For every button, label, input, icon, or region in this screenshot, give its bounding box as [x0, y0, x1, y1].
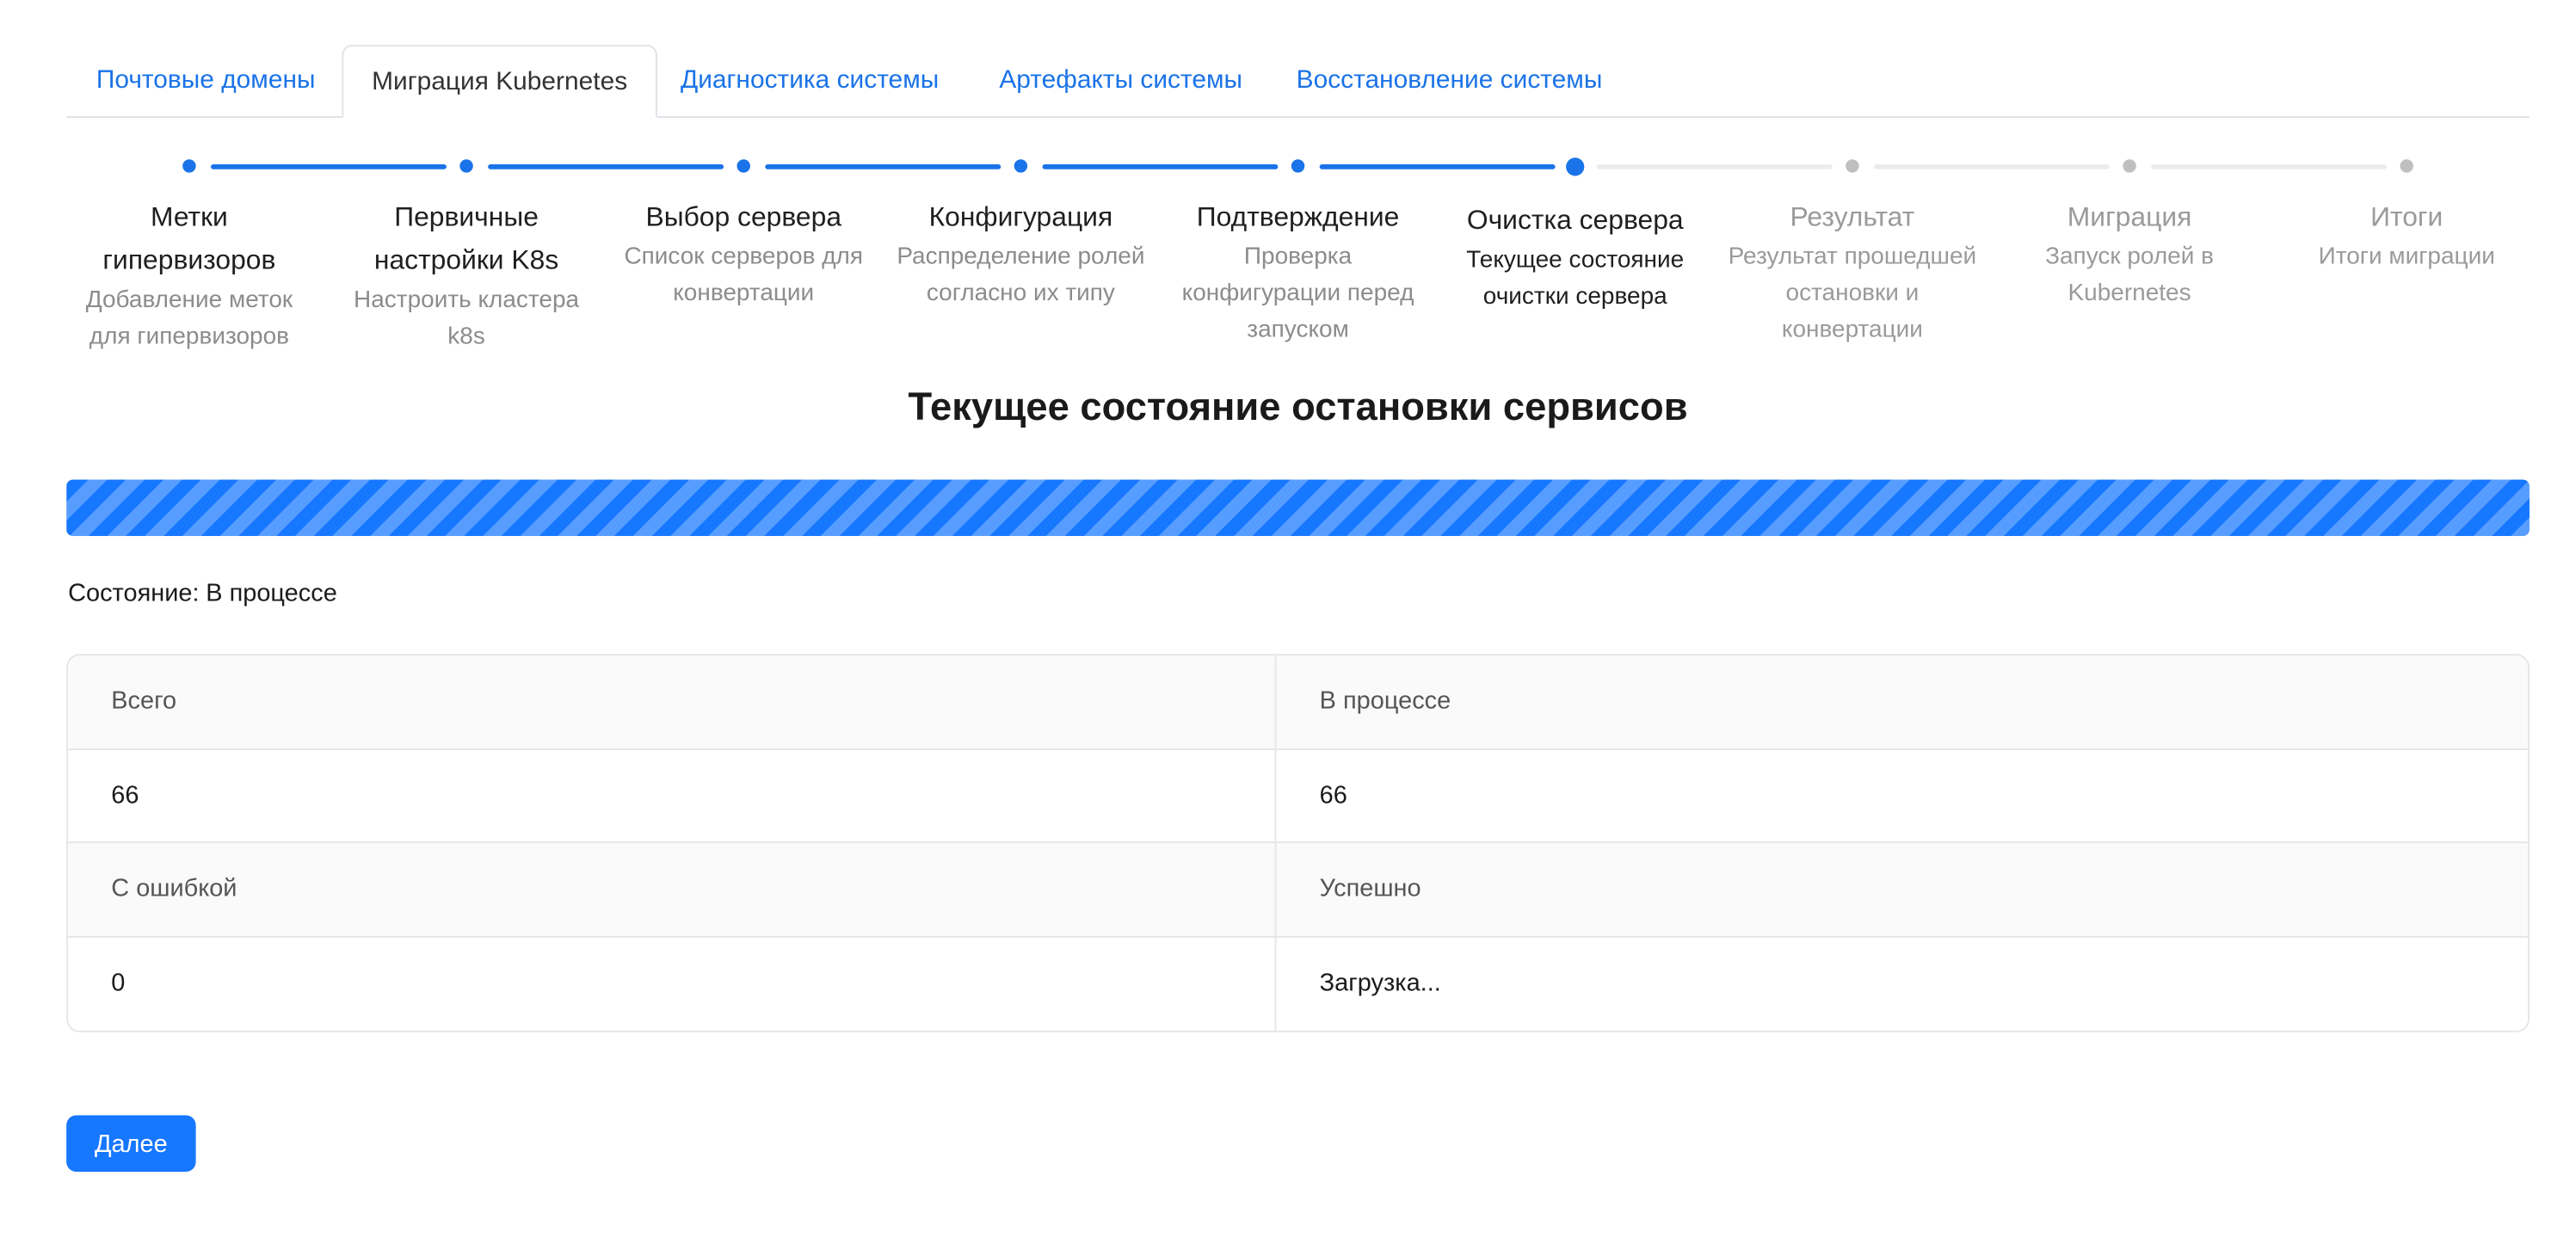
step-description: Итоги миграции [2318, 243, 2495, 271]
step-result: Результат Результат прошедшей остановки … [1726, 196, 1978, 348]
status-value: В процессе [206, 579, 337, 608]
step-k8s-settings[interactable]: Первичные настройки K8s Настроить класте… [340, 196, 592, 355]
progress-fill [66, 480, 2530, 537]
page: Почтовые домены Миграция Kubernetes Диаг… [0, 0, 2576, 1244]
section-heading: Текущее состояние остановки сервисов [908, 385, 1688, 428]
step-connector [210, 163, 447, 169]
step-dot-1 [182, 159, 196, 173]
step-connector [1042, 163, 1279, 169]
in-progress-label: В процессе [1319, 687, 1451, 716]
step-connector [2151, 163, 2388, 169]
tab-system-artifacts[interactable]: Артефакты системы [999, 45, 1242, 118]
step-server-cleanup: Очистка сервера Текущее состояние очистк… [1449, 196, 1701, 316]
success-value: Загрузка... [1319, 968, 1441, 997]
step-title: Метки гипервизоров [102, 202, 276, 276]
step-connector [765, 163, 1001, 169]
step-connector [1596, 163, 1833, 169]
step-title: Результат [1790, 202, 1915, 233]
status-line: Состояние: В процессе [68, 579, 343, 607]
table-row: С ошибкой Успешно [68, 842, 2529, 937]
step-title: Первичные настройки K8s [373, 202, 559, 276]
step-title: Итоги [2370, 202, 2444, 233]
error-label: С ошибкой [68, 842, 1277, 936]
tab-bar: Почтовые домены Миграция Kubernetes Диаг… [66, 45, 2530, 118]
in-progress-value: 66 [1319, 780, 1347, 810]
step-server-selection[interactable]: Выбор сервера Список серверов для конвер… [618, 196, 870, 312]
step-migration: Миграция Запуск ролей в Kubernetes [2003, 196, 2255, 312]
step-title: Миграция [2067, 202, 2192, 233]
table-row: Всего В процессе [68, 656, 2529, 749]
step-description: Проверка конфигурации перед запуском [1181, 243, 1414, 344]
success-label: Успешно [1319, 874, 1421, 903]
step-description: Распределение ролей согласно их типу [897, 243, 1145, 307]
tab-kubernetes-migration[interactable]: Миграция Kubernetes [342, 45, 657, 118]
step-description: Добавление меток для гипервизоров [85, 286, 293, 351]
error-value: 0 [68, 936, 1277, 1031]
table-row: 0 Загрузка... [68, 936, 2528, 1031]
table-row: 66 66 [68, 748, 2529, 843]
step-connector [1873, 163, 2110, 169]
step-description: Список серверов для конвертации [624, 243, 864, 307]
step-dot-9 [2400, 159, 2413, 173]
next-button[interactable]: Далее [66, 1115, 196, 1172]
step-dot-3 [736, 159, 750, 173]
step-dot-7 [1846, 159, 1859, 173]
step-connector [1319, 163, 1556, 169]
step-description: Текущее состояние очистки сервера [1466, 247, 1685, 311]
step-dot-5 [1291, 159, 1305, 173]
step-title: Очистка сервера [1466, 206, 1684, 236]
step-configuration[interactable]: Конфигурация Распределение ролей согласн… [895, 196, 1147, 312]
step-dot-4 [1014, 159, 1028, 173]
tab-system-recovery[interactable]: Восстановление системы [1297, 45, 1603, 118]
total-label: Всего [68, 656, 1277, 748]
total-value: 66 [68, 748, 1277, 842]
step-dot-8 [2123, 159, 2136, 173]
step-title: Выбор сервера [645, 202, 842, 233]
tab-system-diagnostics[interactable]: Диагностика системы [681, 45, 939, 118]
status-label: Состояние: [68, 579, 200, 608]
step-title: Подтверждение [1196, 202, 1400, 233]
migration-stepper: Метки гипервизоров Добавление меток для … [50, 146, 2546, 395]
step-dot-2 [459, 159, 473, 173]
step-connector [488, 163, 724, 169]
progress-bar [66, 479, 2530, 537]
step-dot-6 [1566, 157, 1585, 176]
step-description: Настроить кластера k8s [354, 286, 580, 351]
step-hypervisor-labels[interactable]: Метки гипервизоров Добавление меток для … [63, 196, 315, 355]
tab-mail-domains[interactable]: Почтовые домены [96, 45, 316, 118]
step-title: Конфигурация [928, 202, 1113, 233]
step-description: Запуск ролей в Kubernetes [2045, 243, 2215, 307]
step-description: Результат прошедшей остановки и конверта… [1728, 243, 1977, 344]
step-confirmation[interactable]: Подтверждение Проверка конфигурации пере… [1172, 196, 1424, 348]
stats-table: Всего В процессе 66 66 С ошибкой Успешно… [66, 654, 2530, 1032]
step-summary: Итоги Итоги миграции [2281, 196, 2533, 276]
